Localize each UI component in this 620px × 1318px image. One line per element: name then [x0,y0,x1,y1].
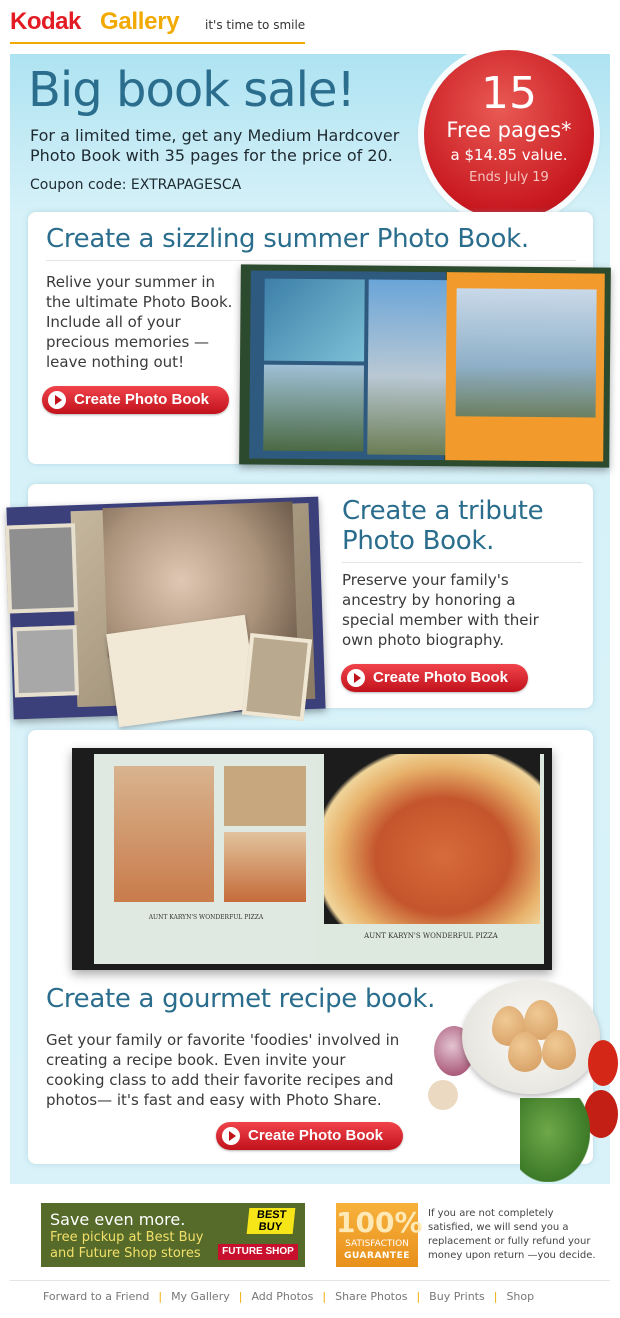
recipe-card-title: Create a gourmet recipe book. [46,984,436,1014]
footer-link-shop[interactable]: Shop [506,1290,534,1303]
futureshop-logo: FUTURE SHOP [218,1244,298,1260]
inner-tube-photo [264,278,365,362]
free-pages-badge: 15 Free pages* a $14.85 value. Ends July… [424,50,594,220]
badge-ends: Ends July 19 [469,170,549,185]
lake-jump-photo [455,288,597,418]
create-photo-book-button[interactable]: Create Photo Book [42,386,229,414]
separator: | [158,1290,163,1303]
separator: | [238,1290,243,1303]
play-icon [48,391,66,409]
divider [46,260,576,261]
gallery-logo[interactable]: Gallery [100,8,180,36]
bestbuy-promo-title: Save even more. [50,1210,186,1229]
book-left-page [249,270,455,461]
postcard-image [106,614,258,728]
summer-card-title: Create a sizzling summer Photo Book. [46,224,529,254]
tagline: it's time to smile [205,18,306,32]
book-right-page: AUNT KARYN'S WONDERFUL PIZZA [318,754,544,964]
egg-icon [508,1032,542,1072]
guarantee-label: SATISFACTION [345,1239,409,1249]
egg-bowl-image [462,980,600,1094]
basil-image [520,1098,590,1182]
tribute-card-text: Preserve your family's ancestry by honor… [342,571,539,649]
footer-link-share-photos[interactable]: Share Photos [335,1290,407,1303]
guarantee-text: If you are not completely satisfied, we … [428,1208,596,1261]
sale-title: Big book sale! [28,62,356,118]
pizza-photo [324,754,540,924]
kodak-logo[interactable]: Kodak [10,8,81,36]
vintage-portrait-photo [5,523,79,614]
summer-card-text: Relive your summer in the ultimate Photo… [46,273,233,371]
tomato-image [588,1040,618,1086]
play-icon [222,1127,240,1145]
footer-link-my-gallery[interactable]: My Gallery [171,1290,230,1303]
recipe-title-right: AUNT KARYN'S WONDERFUL PIZZA [364,932,498,940]
vintage-woman-photo [12,625,79,698]
recipe-title-left: AUNT KARYN'S WONDERFUL PIZZA [148,914,264,921]
footer-divider [10,1280,610,1281]
book-right-page [445,272,605,462]
header-divider [10,42,305,44]
create-photo-book-button[interactable]: Create Photo Book [216,1122,403,1150]
button-label: Create Photo Book [74,391,210,408]
button-label: Create Photo Book [373,669,509,686]
egg-icon [542,1030,576,1070]
badge-number: 15 [481,68,537,119]
sale-description: For a limited time, get any Medium Hardc… [30,126,400,165]
badge-value: a $14.85 value. [450,146,568,164]
summer-photo-book-image[interactable] [239,264,611,468]
footer-link-add-photos[interactable]: Add Photos [251,1290,313,1303]
badge-free-pages: Free pages* [446,118,572,142]
baking-photo [114,766,214,902]
bestbuy-promo-subtitle: Free pickup at Best Buy and Future Shop … [50,1230,204,1261]
coupon-code: Coupon code: EXTRAPAGESCA [30,177,242,193]
footer-link-buy-prints[interactable]: Buy Prints [429,1290,485,1303]
guarantee-number: 100% [336,1206,423,1239]
recipe-card-photo [224,766,306,826]
separator: | [493,1290,498,1303]
satisfaction-guarantee-badge: 100% SATISFACTION GUARANTEE [336,1203,423,1267]
create-photo-book-button[interactable]: Create Photo Book [341,664,528,692]
button-label: Create Photo Book [248,1127,384,1144]
recipe-card-text: Get your family or favorite 'foodies' in… [46,1031,400,1109]
separator: | [322,1290,327,1303]
bestbuy-logo: BEST BUY [246,1208,296,1234]
footer-links: Forward to a Friend | My Gallery | Add Photo… [43,1290,534,1303]
tubing-photo [263,364,365,452]
guarantee-label: GUARANTEE [344,1251,410,1261]
divider [342,562,582,563]
boy-photo [367,279,455,456]
tribute-card-title: Create a tribute Photo Book. [342,496,544,556]
recipe-photo-book-image[interactable]: AUNT KARYN'S WONDERFUL PIZZA AUNT KARYN'… [72,748,552,970]
garlic-image [428,1080,458,1110]
soldier-photo [241,632,313,722]
footer-link-forward[interactable]: Forward to a Friend [43,1290,149,1303]
separator: | [416,1290,421,1303]
kids-cooking-photo [224,832,306,902]
book-left-page: AUNT KARYN'S WONDERFUL PIZZA [94,754,318,964]
play-icon [347,669,365,687]
